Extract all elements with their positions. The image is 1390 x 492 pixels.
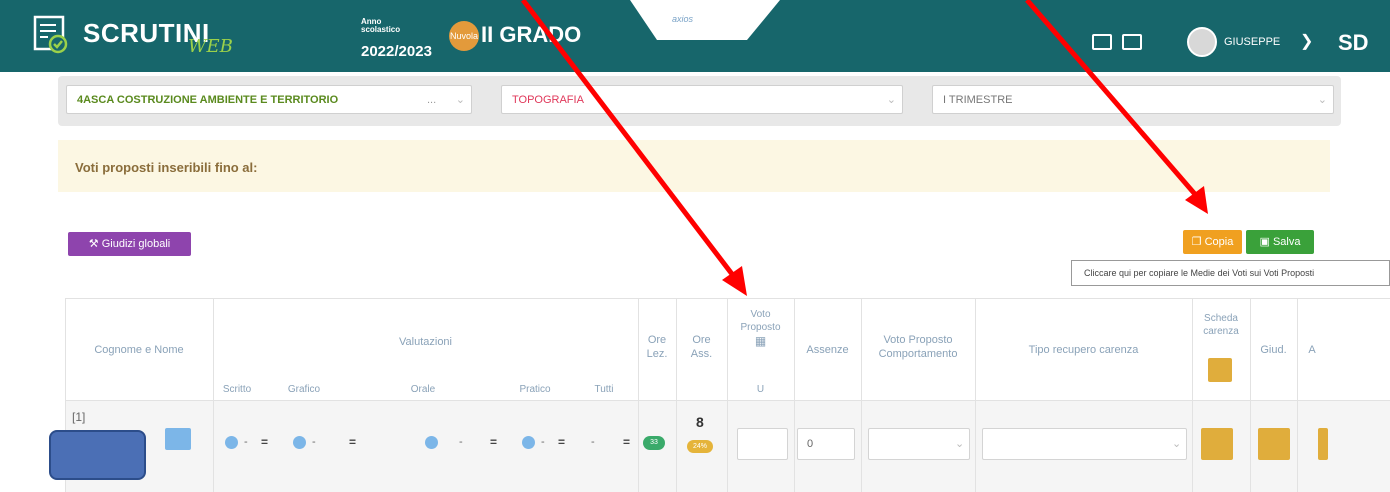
ore-lezione-badge: 33 [643,436,665,450]
header-orale: Orale [410,384,436,395]
header-voto-proposto-bottom: Proposto [740,322,781,333]
subject-select[interactable]: TOPOGRAFIA ⌄ [501,85,903,114]
header-ore-lez-bottom: Lez. [646,348,668,360]
header-ore-lez-top: Ore [647,334,667,346]
chat-icon[interactable] [1092,34,1112,50]
header-tipo-recupero: Tipo recupero carenza [1028,344,1139,356]
student-info-button[interactable] [165,428,191,450]
row-index: [1] [72,410,86,424]
copia-tooltip: Cliccare qui per copiare le Medie dei Vo… [1071,260,1390,286]
orale-eq: = [490,435,498,449]
header-ore-ass-bottom: Ass. [690,348,713,360]
school-year-value: 2022/2023 [361,43,432,60]
chevron-down-icon: ⌄ [1317,94,1327,106]
chevron-down-icon: ⌄ [455,94,465,106]
wrench-icon: ⚒ [88,238,99,250]
user-name[interactable]: GIUSEPPE [1224,36,1280,48]
header-valutazioni: Valutazioni [399,336,452,348]
filter-bar: 4ASCA COSTRUZIONE AMBIENTE E TERRITORIO … [58,76,1341,126]
assenze-input[interactable]: 0 [797,428,855,460]
chevron-down-icon: ⌄ [1172,438,1182,450]
scritto-dot[interactable] [225,436,238,449]
user-avatar[interactable] [1187,27,1217,57]
comportamento-select[interactable]: ⌄ [868,428,970,460]
user-initials[interactable]: SD [1338,30,1369,56]
tutti-value: - [591,436,595,448]
chevron-down-icon: ⌄ [886,94,896,106]
header-giud: Giud. [1260,344,1287,356]
ore-assenza-value: 8 [696,414,704,430]
class-select[interactable]: 4ASCA COSTRUZIONE AMBIENTE E TERRITORIO … [66,85,472,114]
header-comportamento-bottom: Comportamento [878,348,958,360]
header-voto-proposto-top: Voto [750,309,771,320]
header-assenze: Assenze [806,344,849,356]
class-select-value: 4ASCA COSTRUZIONE AMBIENTE E TERRITORIO [77,94,339,106]
grafico-eq: = [349,435,357,449]
deadline-notice: Voti proposti inseribili fino al: [58,140,1330,192]
nuvola-logo: Nuvola [449,21,479,51]
header-comportamento-top: Voto Proposto [883,334,953,346]
grades-table: Cognome e Nome Valutazioni Scritto Grafi… [65,298,1390,492]
scheda-carenza-header-button[interactable] [1208,358,1232,382]
grafico-value: - [312,436,316,448]
header-a: A [1308,344,1316,356]
header-voto-proposto-unit: U [756,384,765,395]
school-year-label: Anno scolastico [361,17,401,34]
school-grade: II GRADO [481,22,582,47]
app-subtitle: WEB [188,36,233,57]
redacted-student-name [49,430,146,480]
ore-assenza-percent: 24% [687,440,713,453]
mail-icon[interactable] [1122,34,1142,50]
grafico-dot[interactable] [293,436,306,449]
copia-button[interactable]: ❐ Copia [1183,230,1242,254]
axios-tab-label: axios [672,14,694,24]
assenze-input-value: 0 [807,438,814,450]
scritto-value: - [244,436,248,448]
copy-icon: ❐ [1191,236,1202,248]
header-tutti: Tutti [594,384,614,395]
period-select[interactable]: I TRIMESTRE ⌄ [932,85,1334,114]
header-grafico: Grafico [287,384,321,395]
clipboard-check-icon [33,15,68,54]
orale-dot[interactable] [425,436,438,449]
save-icon: ▣ [1259,236,1270,248]
tutti-eq: = [623,435,631,449]
top-header-bar: SCRUTINI WEB Anno scolastico 2022/2023 N… [0,0,1390,72]
chevron-down-icon: ⌄ [955,438,965,450]
class-select-ellipsis: ... [427,94,437,106]
giudizi-globali-button[interactable]: ⚒ Giudizi globali [68,232,191,256]
header-name[interactable]: Cognome e Nome [65,344,213,357]
header-scritto: Scritto [222,384,252,395]
header-scheda-bottom: carenza [1203,326,1239,337]
subject-select-value: TOPOGRAFIA [512,94,584,106]
scheda-carenza-button[interactable] [1201,428,1233,460]
pratico-eq: = [558,435,566,449]
voto-proposto-input[interactable] [737,428,788,460]
action-button[interactable] [1318,428,1328,460]
pratico-dot[interactable] [522,436,535,449]
grid-icon[interactable]: ▦ [727,335,794,348]
salva-button[interactable]: ▣ Salva [1246,230,1314,254]
scritto-eq: = [261,435,269,449]
tipo-recupero-select[interactable]: ⌄ [982,428,1187,460]
axios-tab[interactable] [630,0,780,40]
deadline-notice-text: Voti proposti inseribili fino al: [75,160,258,175]
orale-value: - [459,436,463,448]
chevron-down-icon[interactable]: ❯ [1300,31,1313,51]
header-ore-ass-top: Ore [692,334,711,346]
arrow-head-voto-proposto [722,266,747,296]
pratico-value: - [541,436,545,448]
header-pratico: Pratico [519,384,551,395]
period-select-value: I TRIMESTRE [943,94,1013,106]
giudizio-button[interactable] [1258,428,1290,460]
header-scheda-top: Scheda [1204,313,1238,324]
